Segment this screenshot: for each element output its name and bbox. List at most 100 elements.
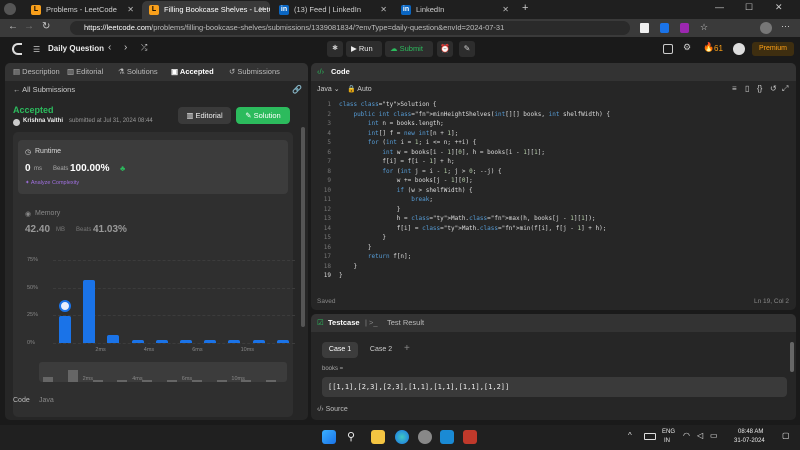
notification-icon[interactable]: ▢ xyxy=(782,431,790,440)
settings-icon[interactable]: ⚙ xyxy=(683,42,691,53)
code-area[interactable]: 1 class class="ty">Solution {2 public int… xyxy=(311,100,796,290)
all-submissions-link[interactable]: ← All Submissions xyxy=(13,85,75,94)
chart-bar[interactable] xyxy=(204,339,217,343)
windows-start-icon[interactable] xyxy=(322,430,336,444)
battery-status-icon[interactable]: ▭ xyxy=(710,431,718,440)
fire-icon[interactable]: 🔥 xyxy=(703,42,714,53)
fullscreen-icon[interactable]: ⤢ xyxy=(782,84,788,94)
submitter-name[interactable]: Krishna Vaithi xyxy=(23,118,63,124)
books-input[interactable]: [[1,1],[2,3],[2,3],[1,1],[1,1],[1,1],[1,… xyxy=(322,377,787,397)
chart-bar[interactable] xyxy=(252,339,265,343)
chart-bar[interactable] xyxy=(180,339,192,343)
avatar[interactable] xyxy=(760,22,772,34)
tab-solutions[interactable]: ⚗ Solutions xyxy=(118,63,158,81)
code-line[interactable]: 2 public int class="fn">minHeightShelves… xyxy=(311,110,796,120)
nav-title[interactable]: Daily Question xyxy=(48,44,104,53)
favorites-icon[interactable]: ☆ xyxy=(700,22,708,33)
volume-icon[interactable]: ◁ xyxy=(697,431,703,440)
add-case-icon[interactable]: + xyxy=(404,343,410,354)
search-icon[interactable]: ⚲ xyxy=(347,430,355,443)
clock-date[interactable]: 31-07-2024 xyxy=(734,438,765,444)
prev-icon[interactable]: ‹ xyxy=(108,42,111,53)
language-select[interactable]: Java ⌄ xyxy=(317,85,340,93)
chart-bar[interactable] xyxy=(107,335,120,343)
tab-description[interactable]: ▤ Description xyxy=(13,63,60,81)
browser-tab[interactable]: in LinkedIn ✕ xyxy=(394,1,514,19)
chart-bar[interactable] xyxy=(155,339,168,343)
code-line[interactable]: 4 int[] f = new int[n + 1]; xyxy=(311,129,796,139)
close-icon[interactable]: ✕ xyxy=(502,1,509,19)
code-line[interactable]: 15 } xyxy=(311,233,796,243)
close-icon[interactable]: ✕ xyxy=(380,1,387,19)
back-icon[interactable]: ← xyxy=(8,21,18,32)
shuffle-icon[interactable]: ⤮ xyxy=(141,43,147,53)
debug-button[interactable]: ✱ xyxy=(327,41,343,57)
premium-button[interactable]: Premium xyxy=(752,42,794,56)
more-icon[interactable]: ⋯ xyxy=(781,21,790,32)
notes-icon[interactable]: ✎ xyxy=(459,41,475,57)
vscode-icon[interactable] xyxy=(440,430,454,444)
link-icon[interactable]: 🔗 xyxy=(292,85,302,94)
chart-bar[interactable] xyxy=(83,279,96,343)
code-line[interactable]: 7 f[i] = f[i - 1] + h; xyxy=(311,157,796,167)
lang-2[interactable]: IN xyxy=(664,438,670,444)
format-icon[interactable]: ≡ xyxy=(732,84,737,93)
code-line[interactable]: 9 w += books[j - 1][0]; xyxy=(311,176,796,186)
maximize-icon[interactable]: ☐ xyxy=(745,2,753,13)
chart-bar[interactable] xyxy=(131,339,144,343)
code-line[interactable]: 5 for (int i = 1; i <= n; ++i) { xyxy=(311,138,796,148)
leetcode-logo-icon[interactable] xyxy=(12,43,22,55)
timer-icon[interactable]: ⏰ xyxy=(437,41,453,57)
clock-time[interactable]: 08:48 AM xyxy=(738,429,763,435)
problem-list-icon[interactable]: ☰ xyxy=(33,45,40,54)
reset-icon[interactable]: ↺ xyxy=(770,84,777,93)
editorial-button[interactable]: ▥ Editorial xyxy=(178,107,231,124)
code-line[interactable]: 19} xyxy=(311,271,796,281)
app-icon[interactable] xyxy=(463,430,477,444)
extension-icon[interactable] xyxy=(660,23,669,33)
settings-icon[interactable] xyxy=(418,430,432,444)
code-line[interactable]: 3 int n = books.length; xyxy=(311,119,796,129)
code-line[interactable]: 6 int w = books[i - 1][0], h = books[i -… xyxy=(311,148,796,158)
close-icon[interactable]: ✕ xyxy=(258,1,265,19)
next-icon[interactable]: › xyxy=(124,42,127,53)
code-line[interactable]: 18 } xyxy=(311,262,796,272)
solution-button[interactable]: ✎ Solution xyxy=(236,107,290,124)
code-line[interactable]: 13 h = class="ty">Math.class="fn">max(h,… xyxy=(311,214,796,224)
close-window-icon[interactable]: ✕ xyxy=(775,2,783,13)
tab-submissions[interactable]: ↺ Submissions xyxy=(229,63,280,81)
runtime-box[interactable]: ◷ Runtime 0 ms Beats 100.00% ♣ ✦ Analyze… xyxy=(18,140,288,194)
case-1-tab[interactable]: Case 1 xyxy=(322,342,358,358)
extension-icon[interactable] xyxy=(680,23,689,33)
source-link[interactable]: ‹/› Source xyxy=(317,406,348,413)
chart-bar[interactable] xyxy=(59,316,71,343)
code-line[interactable]: 17 return f[n]; xyxy=(311,252,796,262)
code-line[interactable]: 12 } xyxy=(311,205,796,215)
browser-tab-active[interactable]: L Filling Bookcase Shelves - LeetCo ✕ xyxy=(142,1,270,19)
url-field[interactable]: https://leetcode.com/problems/filling-bo… xyxy=(70,21,630,35)
code-line[interactable]: 16 } xyxy=(311,243,796,253)
new-tab-icon[interactable]: + xyxy=(522,2,528,14)
case-2-tab[interactable]: Case 2 xyxy=(363,342,399,358)
wifi-icon[interactable]: ◠ xyxy=(683,431,690,440)
scrollbar[interactable] xyxy=(301,127,305,327)
extension-icon[interactable] xyxy=(640,23,649,33)
chart-range-slider[interactable]: 2ms 4ms 6ms 10ms xyxy=(39,362,287,382)
auto-mode-toggle[interactable]: 🔒 Auto xyxy=(347,85,372,93)
analyze-complexity-link[interactable]: ✦ Analyze Complexity xyxy=(25,180,79,186)
tab-accepted[interactable]: ▣ Accepted xyxy=(171,63,214,81)
brackets-icon[interactable]: {} xyxy=(757,84,762,93)
file-explorer-icon[interactable] xyxy=(371,430,385,444)
edge-icon[interactable] xyxy=(395,430,409,444)
close-icon[interactable]: ✕ xyxy=(127,1,134,19)
run-button[interactable]: ▶ Run xyxy=(346,41,382,57)
browser-tab[interactable]: in (13) Feed | LinkedIn ✕ xyxy=(272,1,392,19)
avatar[interactable] xyxy=(733,43,745,55)
layout-icon[interactable] xyxy=(663,44,673,54)
chart-bar[interactable] xyxy=(228,339,241,343)
lang-1[interactable]: ENG xyxy=(662,429,675,435)
tab-testcase[interactable]: Testcase xyxy=(328,314,360,332)
tray-chevron-icon[interactable]: ^ xyxy=(628,431,632,440)
code-line[interactable]: 8 for (int j = i - 1; j > 0; --j) { xyxy=(311,167,796,177)
bookmark-icon[interactable]: ▯ xyxy=(745,84,749,93)
